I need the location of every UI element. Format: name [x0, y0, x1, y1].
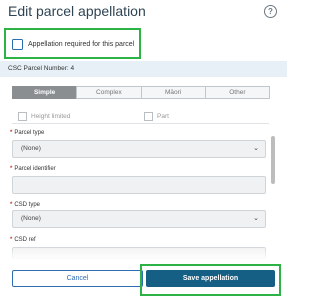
- tab-simple[interactable]: Simple: [12, 86, 78, 99]
- part-label: Part: [157, 113, 169, 120]
- height-limited-option[interactable]: Height limited: [18, 112, 70, 121]
- part-option[interactable]: Part: [144, 112, 169, 121]
- appellation-type-tabs: Simple Complex Māori Other: [12, 86, 270, 99]
- help-question-icon[interactable]: ?: [264, 5, 277, 18]
- height-limited-label: Height limited: [31, 113, 71, 120]
- csd-ref-label: * CSD ref: [10, 237, 36, 243]
- required-mark: *: [10, 130, 13, 136]
- scrollbar-thumb[interactable]: [271, 136, 275, 184]
- height-limited-checkbox[interactable]: [18, 112, 27, 121]
- csc-parcel-number-bar: CSC Parcel Number: 4: [0, 61, 287, 77]
- csd-type-label: * CSD type: [10, 202, 41, 208]
- tab-maori[interactable]: Māori: [140, 86, 206, 99]
- required-mark: *: [10, 166, 13, 172]
- required-mark: *: [10, 237, 13, 243]
- appellation-required-checkbox-row[interactable]: Appellation required for this parcel: [12, 39, 134, 50]
- chevron-down-icon: ⌄: [253, 215, 259, 222]
- part-checkbox[interactable]: [144, 112, 153, 121]
- parcel-type-select[interactable]: (None) ⌄: [12, 140, 266, 158]
- parcel-type-value: (None): [21, 145, 41, 152]
- parcel-identifier-label: * Parcel identifier: [10, 166, 56, 172]
- tab-other[interactable]: Other: [204, 86, 270, 99]
- parcel-identifier-input[interactable]: [12, 176, 266, 194]
- appellation-required-checkbox[interactable]: [12, 39, 23, 50]
- chevron-down-icon: ⌄: [253, 145, 259, 152]
- tab-complex[interactable]: Complex: [76, 86, 142, 99]
- appellation-required-label: Appellation required for this parcel: [28, 41, 135, 48]
- required-mark: *: [10, 202, 13, 208]
- csd-type-value: (None): [21, 215, 41, 222]
- dialog-title: Edit parcel appellation: [8, 3, 146, 19]
- csd-type-select[interactable]: (None) ⌄: [12, 210, 266, 228]
- highlight-box-save: [140, 264, 281, 296]
- divider: [12, 123, 269, 124]
- cancel-button[interactable]: Cancel: [12, 270, 143, 287]
- scroll-fade: [0, 246, 270, 260]
- parcel-type-label: * Parcel type: [10, 130, 45, 136]
